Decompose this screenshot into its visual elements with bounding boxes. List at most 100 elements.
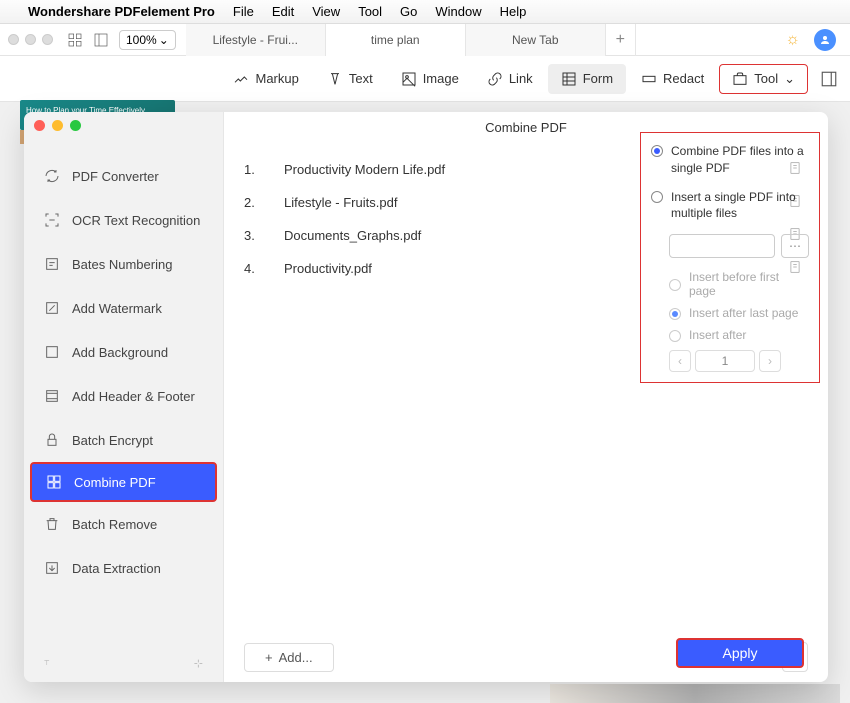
menu-file[interactable]: File — [233, 4, 254, 19]
radio-icon[interactable] — [669, 330, 681, 342]
sidebar-item-watermark[interactable]: Add Watermark — [24, 286, 223, 330]
text-icon — [327, 71, 343, 87]
tool-dropdown-button[interactable]: Tool ⌄ — [719, 64, 808, 94]
sidebar-item-label: OCR Text Recognition — [72, 213, 200, 228]
option-label: Insert before first page — [689, 270, 809, 298]
option-insert-before[interactable]: Insert before first page — [669, 270, 809, 298]
radio-checked-icon[interactable] — [669, 308, 681, 320]
app-name[interactable]: Wondershare PDFelement Pro — [28, 4, 215, 19]
option-label: Insert after — [689, 328, 746, 342]
menu-go[interactable]: Go — [400, 4, 417, 19]
sidebar-item-ocr[interactable]: OCR Text Recognition — [24, 198, 223, 242]
document-tabs: Lifestyle - Frui... time plan New Tab + — [186, 24, 772, 56]
traffic-dot[interactable] — [8, 34, 19, 45]
option-combine[interactable]: Combine PDF files into a single PDF — [651, 143, 809, 177]
sidebar-footer: ⸆ ⊹ — [24, 647, 223, 682]
view-controls — [67, 32, 109, 48]
traffic-dot[interactable] — [25, 34, 36, 45]
redact-icon — [641, 71, 657, 87]
tab-lifestyle[interactable]: Lifestyle - Frui... — [186, 24, 326, 56]
footer-marker-left: ⸆ — [44, 657, 50, 672]
new-tab-button[interactable]: + — [606, 24, 636, 56]
radio-icon[interactable] — [651, 191, 663, 203]
grid-view-icon[interactable] — [67, 32, 83, 48]
form-label: Form — [583, 71, 613, 86]
sidebar-item-label: Batch Remove — [72, 517, 157, 532]
zoom-dropdown[interactable]: 100% ⌄ — [119, 30, 176, 50]
menu-edit[interactable]: Edit — [272, 4, 294, 19]
radio-icon[interactable] — [669, 279, 681, 291]
sidebar-item-label: Bates Numbering — [72, 257, 172, 272]
add-file-button[interactable]: + Add... — [244, 643, 334, 672]
modal-window-controls — [34, 120, 81, 131]
traffic-dot[interactable] — [42, 34, 53, 45]
ocr-icon — [44, 212, 60, 228]
link-label: Link — [509, 71, 533, 86]
hint-bulb-icon[interactable]: ☼ — [785, 31, 800, 49]
sidebar-item-encrypt[interactable]: Batch Encrypt — [24, 418, 223, 462]
sidebar-toggle-icon[interactable] — [93, 32, 109, 48]
markup-label: Markup — [255, 71, 298, 86]
text-label: Text — [349, 71, 373, 86]
link-button[interactable]: Link — [474, 64, 546, 94]
menu-tool[interactable]: Tool — [358, 4, 382, 19]
sidebar-item-extract[interactable]: Data Extraction — [24, 546, 223, 590]
watermark-icon — [44, 300, 60, 316]
file-number: 3. — [244, 228, 284, 243]
maximize-button[interactable] — [70, 120, 81, 131]
combine-pdf-modal: PDF Converter OCR Text Recognition Bates… — [24, 112, 828, 682]
markup-button[interactable]: Markup — [220, 64, 311, 94]
sidebar-item-bates[interactable]: Bates Numbering — [24, 242, 223, 286]
option-insert-after-last[interactable]: Insert after last page — [669, 306, 809, 320]
step-down-button[interactable]: ‹ — [669, 350, 691, 372]
menu-window[interactable]: Window — [435, 4, 481, 19]
redact-button[interactable]: Redact — [628, 64, 717, 94]
form-button[interactable]: Form — [548, 64, 626, 94]
sidebar-item-remove[interactable]: Batch Remove — [24, 502, 223, 546]
header-footer-icon — [44, 388, 60, 404]
option-label: Insert after last page — [689, 306, 798, 320]
menu-help[interactable]: Help — [500, 4, 527, 19]
text-button[interactable]: Text — [314, 64, 386, 94]
trash-icon — [44, 516, 60, 532]
option-insert-after[interactable]: Insert after — [669, 328, 809, 342]
option-insert[interactable]: Insert a single PDF into multiple files — [651, 189, 809, 223]
browse-button[interactable]: ⋯ — [781, 234, 809, 258]
menu-view[interactable]: View — [312, 4, 340, 19]
convert-icon — [44, 168, 60, 184]
sidebar-item-label: Combine PDF — [74, 475, 156, 490]
tab-time-plan[interactable]: time plan — [326, 24, 466, 56]
tab-new[interactable]: New Tab — [466, 24, 606, 56]
bates-icon — [44, 256, 60, 272]
background-document-image — [550, 684, 840, 703]
step-up-button[interactable]: › — [759, 350, 781, 372]
option-label: Combine PDF files into a single PDF — [671, 143, 809, 177]
page-number-input[interactable]: 1 — [695, 350, 755, 372]
sidebar-item-background[interactable]: Add Background — [24, 330, 223, 374]
file-path-input[interactable] — [669, 234, 775, 258]
footer-marker-right: ⊹ — [194, 657, 203, 672]
sidebar-item-label: Add Watermark — [72, 301, 162, 316]
image-label: Image — [423, 71, 459, 86]
chevron-down-icon: ⌄ — [784, 71, 795, 87]
redact-label: Redact — [663, 71, 704, 86]
sidebar-item-pdf-converter[interactable]: PDF Converter — [24, 154, 223, 198]
file-picker-row: ⋯ — [669, 234, 809, 258]
sidebar-item-headerfooter[interactable]: Add Header & Footer — [24, 374, 223, 418]
toolbox-icon — [732, 71, 748, 87]
link-icon — [487, 71, 503, 87]
user-avatar[interactable] — [814, 29, 836, 51]
panel-toggle-icon[interactable] — [820, 70, 838, 88]
sidebar-item-combine[interactable]: Combine PDF — [30, 462, 217, 502]
close-button[interactable] — [34, 120, 45, 131]
zoom-value: 100% — [126, 33, 157, 47]
modal-main-panel: Combine PDF 1. Productivity Modern Life.… — [224, 112, 828, 682]
file-number: 2. — [244, 195, 284, 210]
image-icon — [401, 71, 417, 87]
image-button[interactable]: Image — [388, 64, 472, 94]
chevron-down-icon: ⌄ — [159, 33, 169, 47]
apply-button[interactable]: Apply — [676, 638, 804, 668]
sidebar-item-label: Data Extraction — [72, 561, 161, 576]
minimize-button[interactable] — [52, 120, 63, 131]
radio-checked-icon[interactable] — [651, 145, 663, 157]
